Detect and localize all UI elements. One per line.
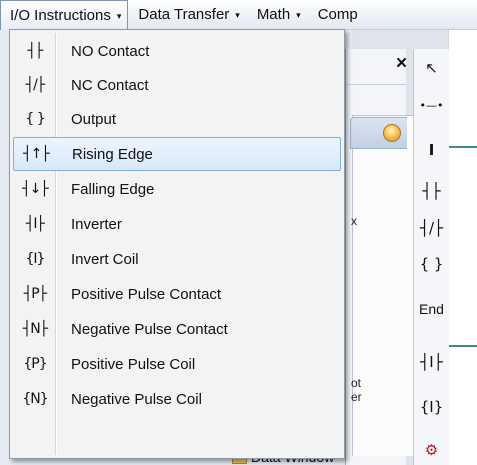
menu-item-negative-pulse-contact[interactable]: ┤N├ Negative Pulse Contact [13,312,341,346]
text-fragment: ot [351,376,362,390]
project-window-titlebar: × [346,49,407,85]
menu-item-inverter[interactable]: ┤I├ Inverter [13,207,341,241]
gear-tool-icon[interactable]: ⚙ [414,441,449,459]
menu-math-label: Math [256,6,291,23]
menu-compare-label: Comp [317,6,358,23]
inverter-icon: ┤I├ [26,216,45,232]
menu-item-positive-pulse-coil[interactable]: {P} Positive Pulse Coil [13,347,341,381]
menu-item-label: Positive Pulse Contact [71,285,222,303]
menu-item-no-contact[interactable]: ┤├ NO Contact [13,34,341,68]
positive-pulse-coil-icon: {P} [23,356,47,372]
rung-line [448,345,477,347]
falling-edge-icon: ┤↓├ [22,181,49,197]
menu-item-label: NC Contact [71,76,149,94]
text-fragment: er [351,390,362,404]
menu-compare[interactable]: Comp [308,0,365,30]
menu-item-label: Inverter [71,215,122,233]
menu-item-falling-edge[interactable]: ┤↓├ Falling Edge [13,172,341,206]
io-instructions-dropdown: ┤├ NO Contact ┤/├ NC Contact { } Output … [9,29,345,459]
menu-data-transfer[interactable]: Data Transfer ▾ [128,0,246,30]
output-coil-icon: { } [25,111,45,127]
ladder-toolbar: ↖ •—• I ┤├ ┤/├ { } End ┤I├ {I} ⚙ [413,49,449,465]
select-pointer-icon[interactable]: ↖ [414,59,449,77]
menu-bar: I/O Instructions ▾ Data Transfer ▾ Math … [0,0,477,30]
chevron-down-icon: ▾ [116,10,122,21]
negative-pulse-contact-icon: ┤N├ [22,321,48,337]
chevron-down-icon: ▾ [235,10,240,20]
invert-coil-tool-icon[interactable]: {I} [414,398,449,416]
menu-item-output[interactable]: { } Output [13,102,341,136]
no-contact-tool-icon[interactable]: ┤├ [414,182,449,200]
nc-contact-tool-icon[interactable]: ┤/├ [414,219,449,237]
chevron-down-icon: ▾ [296,10,301,20]
invert-coil-icon: {I} [25,251,46,267]
rung-line [448,146,477,148]
inverter-tool-icon[interactable]: ┤I├ [414,353,449,371]
menu-item-negative-pulse-coil[interactable]: {N} Negative Pulse Coil [13,382,341,416]
menu-item-invert-coil[interactable]: {I} Invert Coil [13,242,341,276]
no-contact-icon: ┤├ [27,43,44,59]
menu-item-label: Negative Pulse Coil [71,390,202,408]
end-tool-icon[interactable]: End [414,301,449,317]
menu-item-label: Falling Edge [71,180,155,198]
project-window-content [352,115,413,456]
menu-item-label: Positive Pulse Coil [71,355,196,373]
vertical-wire-icon[interactable]: I [414,141,449,159]
menu-item-label: Rising Edge [72,145,153,163]
menu-item-label: Output [71,110,117,128]
menu-item-positive-pulse-contact[interactable]: ┤P├ Positive Pulse Contact [13,277,341,311]
menu-io-instructions[interactable]: I/O Instructions ▾ [0,0,129,30]
menu-item-rising-edge[interactable]: ┤↑├ Rising Edge [13,137,341,171]
menu-item-label: Invert Coil [71,250,139,268]
menu-math[interactable]: Math ▾ [247,0,308,30]
close-icon[interactable]: × [396,53,407,75]
text-fragment: x [351,214,357,228]
rising-edge-icon: ┤↑├ [23,146,50,162]
menu-data-transfer-label: Data Transfer [138,6,230,23]
menu-item-label: NO Contact [71,42,150,60]
output-tool-icon[interactable]: { } [414,255,449,273]
ladder-canvas[interactable] [448,30,477,465]
menu-io-instructions-label: I/O Instructions [10,6,111,24]
negative-pulse-coil-icon: {N} [22,391,48,407]
menu-item-label: Negative Pulse Contact [71,320,228,338]
menu-item-nc-contact[interactable]: ┤/├ NC Contact [13,68,341,102]
status-orb-icon [383,124,401,142]
nc-contact-icon: ┤/├ [25,77,46,93]
horizontal-wire-icon[interactable]: •—• [414,99,449,112]
positive-pulse-contact-icon: ┤P├ [23,286,47,302]
